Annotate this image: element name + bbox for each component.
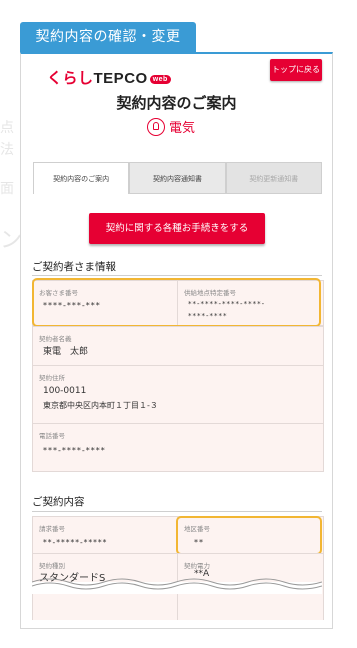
phone-number-card: 電話番号 ***-****-**** (32, 423, 324, 472)
section-header-tab: 契約内容の確認・変更 (20, 22, 196, 52)
tab-contract-notice[interactable]: 契約内容通知書 (129, 162, 226, 194)
contractor-name-value: 東電 太郎 (43, 347, 89, 357)
tab-bar: 契約内容のご案内 契約内容通知書 契約更新通知書 (33, 162, 322, 194)
divider (32, 275, 322, 276)
bill-number-value: **-*****-***** (43, 538, 108, 547)
divider (32, 511, 322, 512)
phone-frame: くらしTEPCO web トップに戻る 契約内容のご案内 電気 契約内容のご案内 … (20, 52, 333, 629)
logo-text: TEPCO (93, 70, 148, 87)
service-name: 電気 (169, 121, 196, 136)
contractor-info-heading: ご契約者さま情報 (32, 261, 116, 273)
tab-contract-guide[interactable]: 契約内容のご案内 (33, 162, 130, 194)
tepco-logo[interactable]: くらしTEPCO web (47, 67, 171, 88)
contract-details-heading: ご契約内容 (32, 496, 85, 508)
highlight-frame (32, 278, 321, 327)
phone-number-label: 電話番号 (39, 432, 65, 440)
contract-address-label: 契約住所 (39, 374, 65, 382)
logo-mark: くらし (47, 70, 94, 87)
bill-number-label: 請求番号 (39, 525, 65, 533)
page-title: 契約内容のご案内 (116, 94, 237, 112)
background-text: 法 (0, 142, 14, 158)
contractor-name-label: 契約者名義 (39, 335, 72, 343)
back-to-top-button[interactable]: トップに戻る (270, 59, 322, 81)
address-value: 東京都中央区内本町１丁目１-３ (43, 401, 158, 410)
background-text: ン (0, 228, 23, 253)
contract-procedures-button[interactable]: 契約に関する各種お手続きをする (89, 213, 265, 244)
phone-number-value: ***-****-**** (43, 446, 106, 455)
background-text: 面 (0, 181, 14, 197)
contract-address-card: 契約住所 100-0011 東京都中央区内本町１丁目１-３ (32, 365, 324, 424)
background-text: 点 (0, 120, 14, 136)
logo-web-badge: web (149, 74, 171, 84)
postal-code-value: 100-0011 (43, 386, 87, 396)
lightbulb-icon (147, 117, 165, 136)
tab-renewal-notice: 契約更新通知書 (225, 162, 322, 194)
service-label: 電気 (147, 116, 195, 136)
cut-off-wave (32, 578, 322, 594)
bill-number-card: 請求番号 **-*****-***** (32, 516, 179, 554)
contractor-name-card: 契約者名義 東電 太郎 (32, 326, 324, 366)
highlight-frame (176, 516, 322, 555)
